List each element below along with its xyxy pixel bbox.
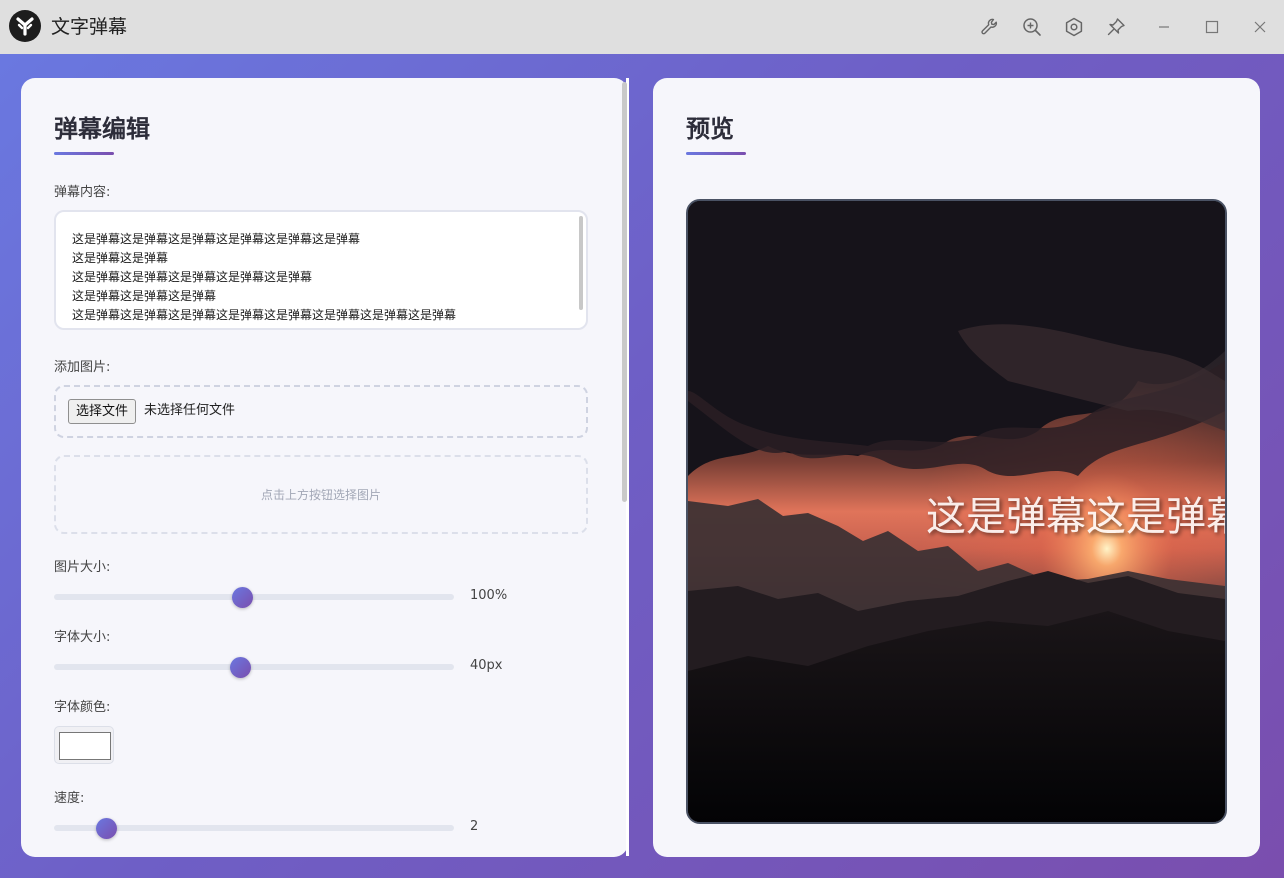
- maximize-icon[interactable]: [1198, 13, 1226, 41]
- image-size-label: 图片大小:: [54, 560, 111, 575]
- content-label: 弹幕内容:: [54, 185, 111, 200]
- zoom-in-icon[interactable]: [1018, 13, 1046, 41]
- preview-canvas: 这是弹幕这是弹幕这是弹幕这是弹幕这是弹幕这是弹幕: [686, 199, 1227, 824]
- speed-slider[interactable]: [54, 817, 454, 839]
- file-drop-zone: 选择文件 未选择任何文件: [54, 385, 588, 438]
- image-size-slider-thumb[interactable]: [231, 586, 253, 608]
- preview-title-underline: [686, 152, 746, 155]
- content-line: 这是弹幕这是弹幕这是弹幕这是弹幕这是弹幕这是弹幕这是弹幕这是弹幕: [72, 308, 457, 322]
- danmaku-content-textarea[interactable]: 这是弹幕这是弹幕这是弹幕这是弹幕这是弹幕这是弹幕 这是弹幕这是弹幕 这是弹幕这是…: [54, 210, 588, 330]
- minimize-icon[interactable]: [1150, 13, 1178, 41]
- image-size-value: 100%: [470, 588, 508, 603]
- choose-file-button[interactable]: 选择文件: [68, 399, 137, 424]
- content-line: 这是弹幕这是弹幕这是弹幕这是弹幕这是弹幕: [72, 270, 313, 284]
- close-icon[interactable]: [1246, 13, 1274, 41]
- speed-slider-thumb[interactable]: [95, 817, 117, 839]
- image-hint: 点击上方按钮选择图片: [260, 488, 381, 502]
- font-size-slider[interactable]: [54, 656, 454, 678]
- preview-title: 预览: [686, 115, 734, 143]
- font-color-swatch: [59, 732, 111, 760]
- content-line: 这是弹幕这是弹幕这是弹幕这是弹幕这是弹幕这是弹幕: [72, 232, 361, 246]
- font-color-label: 字体颜色:: [54, 700, 111, 715]
- font-size-slider-thumb[interactable]: [229, 656, 251, 678]
- pin-icon[interactable]: [1102, 13, 1130, 41]
- font-color-picker[interactable]: [54, 726, 114, 764]
- editor-scrollbar[interactable]: [622, 82, 627, 502]
- font-size-value: 40px: [470, 658, 503, 673]
- hexagon-gear-icon[interactable]: [1060, 13, 1088, 41]
- preview-panel: 预览 这是弹幕这是弹: [653, 78, 1260, 857]
- image-label: 添加图片:: [54, 360, 111, 375]
- wrench-icon[interactable]: [976, 13, 1004, 41]
- editor-title-underline: [54, 152, 114, 155]
- content-line: 这是弹幕这是弹幕: [72, 251, 169, 265]
- editor-panel: 弹幕编辑 弹幕内容: 这是弹幕这是弹幕这是弹幕这是弹幕这是弹幕这是弹幕 这是弹幕…: [21, 78, 628, 857]
- speed-label: 速度:: [54, 791, 85, 806]
- speed-value: 2: [470, 819, 479, 834]
- image-preview-placeholder: 点击上方按钮选择图片: [54, 455, 588, 534]
- font-size-label: 字体大小:: [54, 630, 111, 645]
- textarea-scrollbar[interactable]: [579, 216, 583, 310]
- image-size-slider[interactable]: [54, 586, 454, 608]
- danmaku-text: 这是弹幕这是弹幕这是弹幕这是弹幕这是弹幕这是弹幕: [926, 494, 1225, 540]
- title-bar: 文字弹幕: [0, 0, 1284, 54]
- content-line: 这是弹幕这是弹幕这是弹幕: [72, 289, 217, 303]
- app-logo-icon: [9, 10, 41, 42]
- file-status: 未选择任何文件: [144, 403, 236, 418]
- editor-title: 弹幕编辑: [54, 115, 150, 143]
- window-title: 文字弹幕: [51, 16, 128, 38]
